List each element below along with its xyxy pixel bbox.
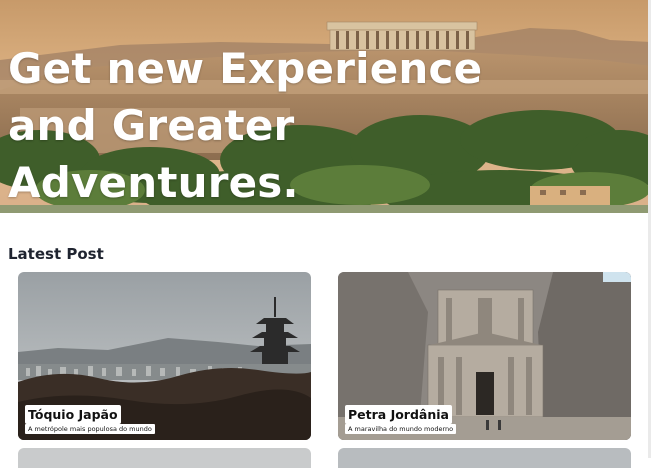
hero-banner: Get new Experience and Greater Adventure… [0,0,651,213]
latest-post-heading: Latest Post [8,245,104,263]
post-subtitle: A maravilha do mundo moderno [345,424,457,434]
hero-title: Get new Experience and Greater Adventure… [8,40,482,211]
post-card-tokyo[interactable]: Tóquio Japão A metrópole mais populosa d… [18,272,311,440]
post-card-partial-right[interactable] [338,448,631,468]
hero-title-line-2: and Greater [8,101,295,150]
post-title[interactable]: Tóquio Japão [25,405,121,424]
post-card-partial-left[interactable] [18,448,311,468]
hero-title-line-3: Adventures. [8,158,299,207]
post-title[interactable]: Petra Jordânia [345,405,452,424]
post-card-petra[interactable]: Petra Jordânia A maravilha do mundo mode… [338,272,631,440]
post-subtitle: A metrópole mais populosa do mundo [25,424,155,434]
hero-title-line-1: Get new Experience [8,44,483,93]
